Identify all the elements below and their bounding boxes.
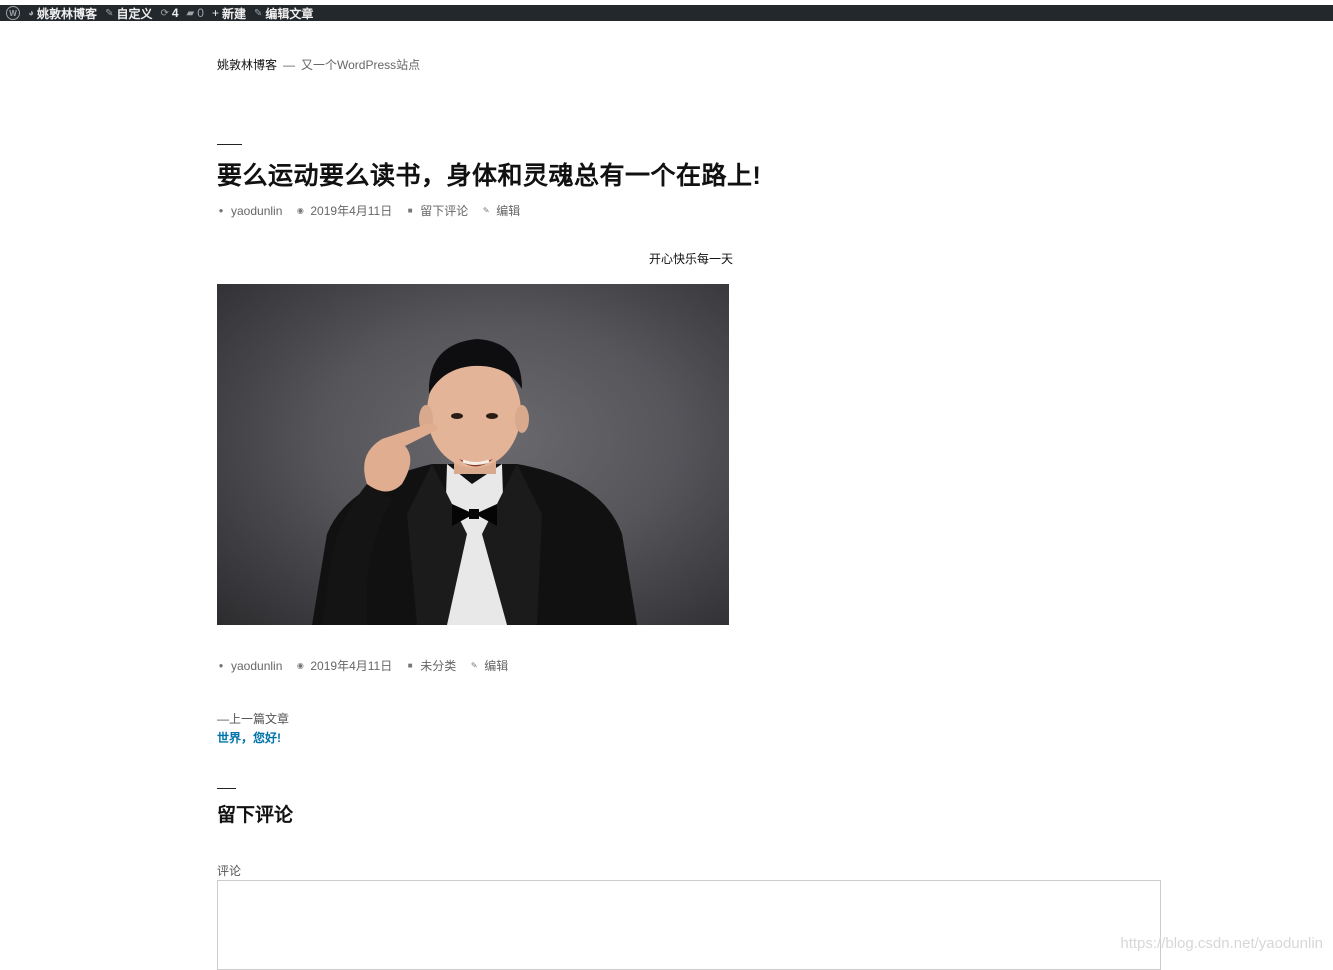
comment-textarea[interactable] [217, 880, 1161, 970]
image-caption: 开心快乐每一天 [648, 252, 733, 266]
title-divider [217, 144, 242, 145]
meta-category[interactable]: ■ 未分类 [406, 657, 456, 674]
post-navigation-previous: —上一篇文章 世界，您好! [217, 710, 289, 746]
folder-icon: ■ [407, 661, 413, 670]
updates-link[interactable]: ⟳ 4 [156, 5, 182, 21]
updates-icon: ⟳ [160, 7, 169, 19]
site-name-label: 姚敦林博客 [37, 6, 98, 21]
edit-post-label: 编辑文章 [265, 6, 314, 21]
meta-date[interactable]: ◉ 2019年4月11日 [296, 657, 392, 674]
wordpress-logo-icon: W [6, 6, 20, 20]
title-separator: — [283, 58, 296, 72]
post-date: 2019年4月11日 [310, 659, 393, 673]
comments-title: 留下评论 [217, 805, 294, 826]
admin-bar: W ◕ 姚敦林博客 ✎ 自定义 ⟳ 4 ▰ 0 + 新建 ✎ 编辑文章 [0, 5, 1333, 21]
portrait-illustration [312, 339, 637, 625]
author-name: yaodunlin [231, 203, 283, 218]
meta-edit[interactable]: ✎ 编辑 [482, 202, 520, 219]
post-meta-top: ● yaodunlin ◉ 2019年4月11日 ■ 留下评论 ✎ 编辑 [217, 202, 534, 219]
user-icon: ● [218, 206, 224, 215]
edit-post-link[interactable]: ✎ 编辑文章 [250, 5, 317, 21]
edit-link-label: 编辑 [484, 659, 509, 673]
author-name: yaodunlin [231, 658, 283, 673]
updates-count: 4 [171, 6, 179, 20]
clock-icon: ◉ [296, 661, 304, 670]
comments-link[interactable]: ▰ 0 [183, 5, 208, 21]
new-label: 新建 [221, 6, 246, 21]
pencil-icon: ✎ [482, 206, 490, 215]
comment-icon: ■ [407, 206, 413, 215]
site-name-menu[interactable]: ◕ 姚敦林博客 [24, 5, 101, 21]
edit-link-label: 编辑 [496, 204, 521, 218]
meta-comments[interactable]: ■ 留下评论 [406, 202, 468, 219]
meta-author[interactable]: ● yaodunlin [217, 203, 283, 218]
site-header: 姚敦林博客 — 又一个WordPress站点 [217, 56, 420, 73]
post-meta-bottom: ● yaodunlin ◉ 2019年4月11日 ■ 未分类 ✎ 编辑 [217, 657, 522, 674]
meta-edit[interactable]: ✎ 编辑 [470, 657, 508, 674]
clock-icon: ◉ [296, 206, 304, 215]
plus-icon: + [211, 6, 219, 20]
brush-icon: ✎ [105, 7, 114, 19]
post-featured-photo [217, 284, 729, 625]
category-label: 未分类 [420, 659, 457, 673]
comments-link-label: 留下评论 [420, 204, 469, 218]
watermark-text: https://blog.csdn.net/yaodunlin [1120, 935, 1323, 952]
wordpress-logo-menu[interactable]: W [0, 5, 24, 21]
previous-post-link[interactable]: 世界，您好! [217, 729, 289, 746]
comment-field-label: 评论 [217, 864, 242, 878]
comments-divider [217, 788, 236, 789]
pencil-icon: ✎ [253, 7, 263, 19]
customize-label: 自定义 [116, 6, 153, 21]
site-description: 又一个WordPress站点 [301, 58, 421, 72]
comment-bubble-icon: ▰ [186, 7, 195, 19]
post-date: 2019年4月11日 [310, 204, 393, 218]
post-title: 要么运动要么读书，身体和灵魂总有一个在路上! [217, 162, 762, 190]
dashboard-icon: ◕ [28, 7, 35, 19]
user-icon: ● [218, 661, 224, 670]
meta-author[interactable]: ● yaodunlin [217, 658, 283, 673]
comments-count: 0 [197, 6, 204, 20]
site-title[interactable]: 姚敦林博客 [217, 58, 277, 72]
customize-link[interactable]: ✎ 自定义 [101, 5, 156, 21]
new-content-menu[interactable]: + 新建 [208, 5, 250, 21]
pencil-icon: ✎ [470, 661, 478, 670]
previous-post-label: —上一篇文章 [217, 712, 290, 726]
meta-date[interactable]: ◉ 2019年4月11日 [296, 202, 392, 219]
